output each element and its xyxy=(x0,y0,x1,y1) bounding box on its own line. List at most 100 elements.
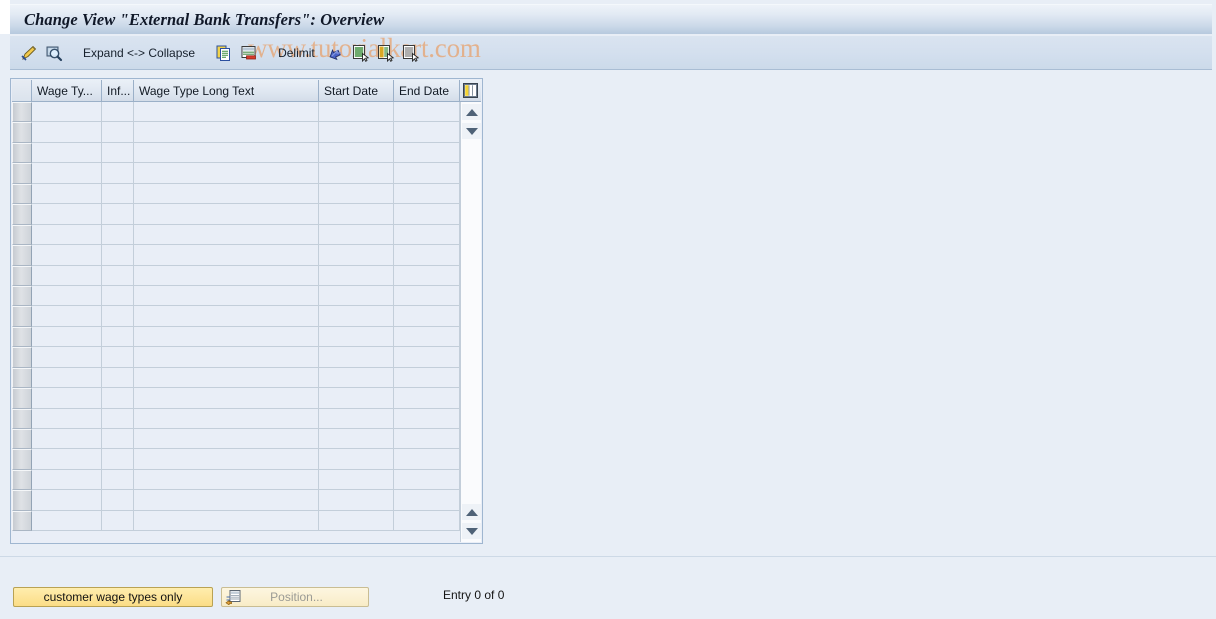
table-cell-end_date[interactable] xyxy=(394,469,460,491)
table-cell-wage_type[interactable] xyxy=(32,102,102,123)
scroll-down-icon[interactable] xyxy=(462,123,481,139)
table-cell-long_text[interactable] xyxy=(134,326,319,348)
table-row[interactable] xyxy=(12,347,481,368)
table-cell-wage_type[interactable] xyxy=(32,285,102,307)
row-selector-cell[interactable] xyxy=(12,265,32,286)
table-cell-start_date[interactable] xyxy=(319,285,394,307)
table-cell-end_date[interactable] xyxy=(394,510,460,532)
table-cell-long_text[interactable] xyxy=(134,388,319,409)
table-cell-start_date[interactable] xyxy=(319,429,394,450)
row-selector-cell[interactable] xyxy=(12,245,32,266)
row-selector-cell[interactable] xyxy=(12,306,32,327)
table-cell-wage_type[interactable] xyxy=(32,204,102,225)
table-header-wage-type[interactable]: Wage Ty... xyxy=(32,80,102,102)
table-cell-infotype[interactable] xyxy=(102,163,134,184)
table-cell-infotype[interactable] xyxy=(102,367,134,389)
table-cell-long_text[interactable] xyxy=(134,245,319,266)
table-cell-start_date[interactable] xyxy=(319,122,394,143)
row-selector-cell[interactable] xyxy=(12,490,32,511)
row-selector-cell[interactable] xyxy=(12,122,32,143)
table-cell-long_text[interactable] xyxy=(134,265,319,286)
table-cell-wage_type[interactable] xyxy=(32,245,102,266)
table-cell-start_date[interactable] xyxy=(319,510,394,532)
table-cell-infotype[interactable] xyxy=(102,224,134,246)
column-settings-icon[interactable] xyxy=(460,80,481,102)
table-cell-end_date[interactable] xyxy=(394,408,460,429)
table-cell-start_date[interactable] xyxy=(319,245,394,266)
table-cell-long_text[interactable] xyxy=(134,490,319,511)
copy-icon[interactable] xyxy=(213,41,235,65)
table-cell-start_date[interactable] xyxy=(319,163,394,184)
table-cell-start_date[interactable] xyxy=(319,224,394,246)
delete-icon[interactable] xyxy=(238,41,260,65)
table-cell-wage_type[interactable] xyxy=(32,408,102,429)
delimit-button[interactable]: Delimit xyxy=(271,41,322,65)
table-cell-start_date[interactable] xyxy=(319,408,394,429)
table-cell-start_date[interactable] xyxy=(319,306,394,327)
table-cell-infotype[interactable] xyxy=(102,122,134,143)
table-vertical-scrollbar[interactable] xyxy=(460,102,481,542)
table-cell-end_date[interactable] xyxy=(394,306,460,327)
table-cell-infotype[interactable] xyxy=(102,102,134,123)
table-cell-wage_type[interactable] xyxy=(32,326,102,348)
row-selector-cell[interactable] xyxy=(12,408,32,429)
table-cell-start_date[interactable] xyxy=(319,490,394,511)
row-selector-cell[interactable] xyxy=(12,347,32,368)
table-cell-infotype[interactable] xyxy=(102,142,134,164)
table-cell-long_text[interactable] xyxy=(134,510,319,532)
table-cell-long_text[interactable] xyxy=(134,122,319,143)
table-cell-wage_type[interactable] xyxy=(32,388,102,409)
table-cell-long_text[interactable] xyxy=(134,163,319,184)
table-row[interactable] xyxy=(12,285,481,307)
table-cell-infotype[interactable] xyxy=(102,204,134,225)
table-cell-infotype[interactable] xyxy=(102,306,134,327)
table-cell-start_date[interactable] xyxy=(319,142,394,164)
table-cell-infotype[interactable] xyxy=(102,388,134,409)
table-row[interactable] xyxy=(12,183,481,205)
table-cell-wage_type[interactable] xyxy=(32,429,102,450)
table-header-selector[interactable] xyxy=(12,80,32,102)
table-cell-wage_type[interactable] xyxy=(32,224,102,246)
table-cell-wage_type[interactable] xyxy=(32,490,102,511)
table-row[interactable] xyxy=(12,265,481,286)
table-cell-wage_type[interactable] xyxy=(32,347,102,368)
table-header-infotype[interactable]: Inf... xyxy=(102,80,134,102)
table-cell-long_text[interactable] xyxy=(134,306,319,327)
row-selector-cell[interactable] xyxy=(12,388,32,409)
table-cell-long_text[interactable] xyxy=(134,183,319,205)
table-cell-long_text[interactable] xyxy=(134,449,319,470)
table-cell-long_text[interactable] xyxy=(134,429,319,450)
table-cell-start_date[interactable] xyxy=(319,449,394,470)
table-cell-start_date[interactable] xyxy=(319,183,394,205)
table-cell-start_date[interactable] xyxy=(319,347,394,368)
table-cell-long_text[interactable] xyxy=(134,204,319,225)
table-cell-long_text[interactable] xyxy=(134,142,319,164)
table-cell-long_text[interactable] xyxy=(134,102,319,123)
row-selector-cell[interactable] xyxy=(12,204,32,225)
row-selector-cell[interactable] xyxy=(12,449,32,470)
table-row[interactable] xyxy=(12,163,481,184)
table-cell-infotype[interactable] xyxy=(102,326,134,348)
table-cell-end_date[interactable] xyxy=(394,163,460,184)
table-cell-start_date[interactable] xyxy=(319,204,394,225)
table-cell-long_text[interactable] xyxy=(134,408,319,429)
table-cell-infotype[interactable] xyxy=(102,490,134,511)
table-cell-end_date[interactable] xyxy=(394,449,460,470)
table-row[interactable] xyxy=(12,510,481,532)
table-cell-wage_type[interactable] xyxy=(32,265,102,286)
table-cell-wage_type[interactable] xyxy=(32,469,102,491)
table-cell-end_date[interactable] xyxy=(394,388,460,409)
row-selector-cell[interactable] xyxy=(12,367,32,389)
row-selector-cell[interactable] xyxy=(12,102,32,123)
table-header-end-date[interactable]: End Date xyxy=(394,80,460,102)
table-cell-end_date[interactable] xyxy=(394,285,460,307)
table-cell-end_date[interactable] xyxy=(394,490,460,511)
row-selector-cell[interactable] xyxy=(12,224,32,246)
row-selector-cell[interactable] xyxy=(12,285,32,307)
table-row[interactable] xyxy=(12,326,481,348)
table-cell-wage_type[interactable] xyxy=(32,142,102,164)
table-cell-start_date[interactable] xyxy=(319,265,394,286)
table-cell-end_date[interactable] xyxy=(394,265,460,286)
table-cell-start_date[interactable] xyxy=(319,367,394,389)
table-cell-long_text[interactable] xyxy=(134,469,319,491)
